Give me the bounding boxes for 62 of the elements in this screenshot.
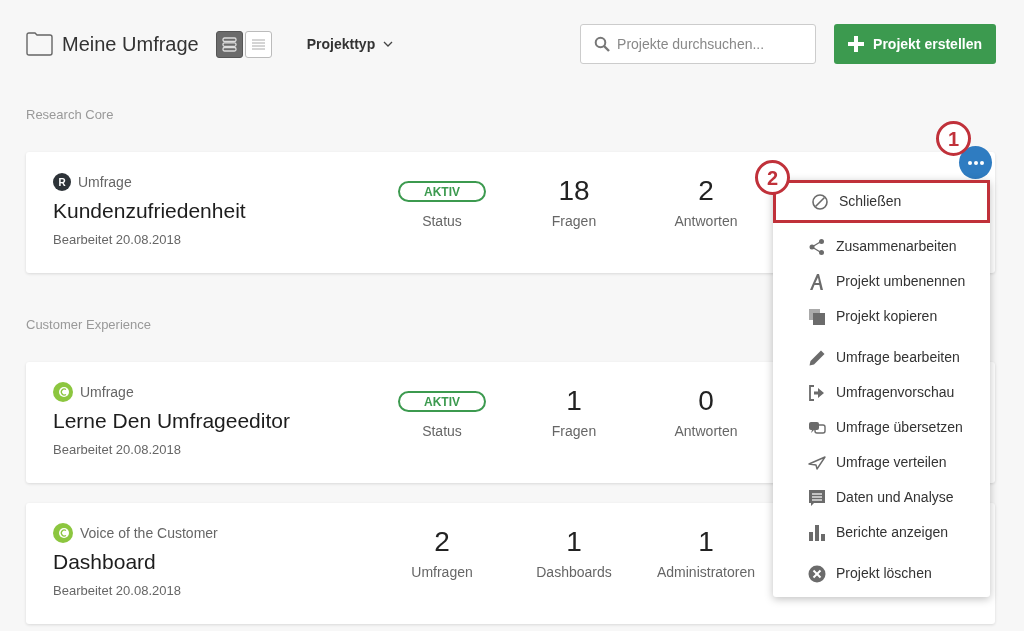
metric-label: Dashboards: [536, 563, 612, 582]
delete-icon: [808, 564, 826, 583]
folder-icon: [26, 32, 53, 56]
copy-icon: [808, 307, 826, 326]
page-title: Meine Umfrage: [62, 32, 199, 57]
search-field[interactable]: Projekte durchsuchen...: [580, 24, 817, 64]
count-value: 2: [698, 174, 714, 208]
metric-label: Administratoren: [656, 563, 755, 582]
metric-label: Status: [422, 212, 462, 231]
chevron-down-icon: [383, 41, 394, 47]
menu-item[interactable]: Projekt kopieren: [773, 299, 990, 334]
count-value: 1: [566, 525, 582, 559]
count-value: 1: [566, 384, 582, 418]
create-project-button[interactable]: Projekt erstellen: [834, 24, 996, 64]
project-type: Umfrage: [80, 382, 134, 402]
metric-label: Fragen: [551, 422, 597, 441]
edited-date: Bearbeitet 20.08.2018: [53, 441, 182, 459]
project-type: Voice of the Customer: [80, 523, 218, 543]
paper-plane-icon: [808, 453, 826, 472]
share-icon: [808, 237, 826, 256]
brand-logo: [53, 523, 73, 543]
metric-label: Antworten: [674, 212, 738, 231]
status-badge: AKTIV: [398, 181, 486, 202]
stacked-rows-icon: [221, 36, 237, 52]
bar-chart-icon: [808, 523, 826, 542]
card-view-button[interactable]: [215, 30, 243, 58]
comment-icon: [808, 488, 826, 507]
exit-icon: [808, 383, 826, 402]
plus-icon: [848, 36, 865, 52]
metric-label: Antworten: [674, 422, 738, 441]
block-icon: [811, 192, 829, 211]
menu-item[interactable]: Berichte anzeigen: [773, 515, 990, 550]
menu-item[interactable]: Umfrage übersetzen: [773, 410, 990, 445]
brand-logo: R: [53, 173, 71, 191]
section-label: Research Core: [26, 108, 114, 122]
status-badge: AKTIV: [398, 391, 486, 412]
list-icon: [250, 37, 266, 51]
metric-label: Fragen: [551, 212, 597, 231]
count-value: 2: [434, 525, 450, 559]
metric-label: Status: [422, 422, 462, 441]
count-value: 18: [558, 174, 590, 208]
step-callout: 1: [936, 121, 971, 156]
menu-item[interactable]: Umfrage verteilen: [773, 445, 990, 480]
font-icon: [808, 272, 826, 291]
section-label: Customer Experience: [26, 318, 151, 332]
brand-logo: [53, 382, 73, 402]
count-value: 0: [698, 384, 714, 418]
project-title: Lerne Den Umfrageeditor: [53, 408, 291, 434]
edited-date: Bearbeitet 20.08.2018: [53, 582, 182, 600]
search-icon: [594, 36, 611, 52]
menu-item[interactable]: Projekt löschen: [773, 556, 990, 591]
menu-item[interactable]: Umfragenvorschau: [773, 375, 990, 410]
pencil-icon: [808, 348, 826, 367]
ellipsis-icon: [967, 160, 984, 165]
edited-date: Bearbeitet 20.08.2018: [53, 231, 182, 249]
count-value: 1: [698, 525, 714, 559]
project-title: Dashboard: [53, 549, 157, 575]
project-type: Umfrage: [78, 172, 132, 192]
menu-item[interactable]: Zusammenarbeiten: [773, 229, 990, 264]
metric-label: Umfragen: [411, 563, 473, 582]
project-title: Kundenzufriedenheit: [53, 198, 247, 224]
project-type-filter[interactable]: Projekttyp: [306, 33, 394, 55]
